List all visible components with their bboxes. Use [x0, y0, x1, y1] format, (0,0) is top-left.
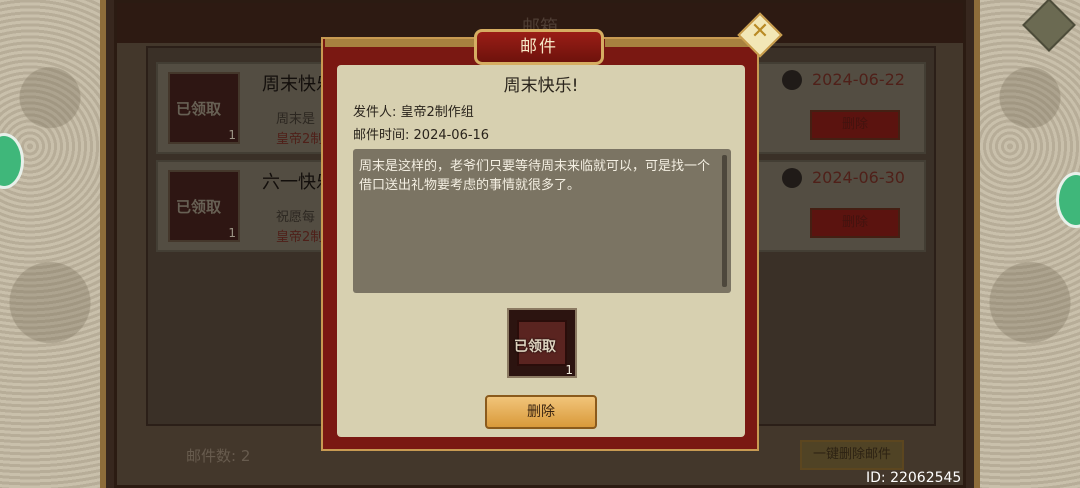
close-button[interactable]: ✕	[736, 11, 784, 59]
sender-label: 发件人:	[353, 105, 397, 120]
time-label: 邮件时间:	[353, 128, 410, 143]
mail-sender-line: 发件人: 皇帝2制作组	[353, 101, 474, 120]
close-x-glyph: ✕	[750, 19, 770, 44]
mail-subject: 周末快乐!	[503, 76, 579, 96]
mail-detail-modal: 邮件 周末快乐! 发件人: 皇帝2制作组 邮件时间: 2024-06-16 周末…	[321, 29, 759, 451]
tab-ornament-left	[325, 39, 475, 47]
claimed-stamp: 已领取	[514, 339, 556, 355]
delete-button[interactable]: 删除	[485, 395, 597, 429]
left-side-tab[interactable]	[0, 133, 24, 189]
tab-ornament-right	[605, 39, 755, 47]
mail-body-box[interactable]: 周末是这样的，老爷们只要等待周末来临就可以，可是找一个借口送出礼物要考虑的事情就…	[353, 149, 731, 293]
right-dragon-border	[974, 0, 1080, 488]
modal-tab-title: 邮件	[474, 29, 604, 65]
mail-time-line: 邮件时间: 2024-06-16	[353, 124, 489, 143]
attachment-item[interactable]: 已领取 1	[507, 308, 577, 378]
attachment-count: 1	[565, 363, 573, 377]
left-dragon-border	[0, 0, 106, 488]
scrollbar[interactable]	[722, 155, 727, 287]
mail-body-text: 周末是这样的，老爷们只要等待周末来临就可以，可是找一个借口送出礼物要考虑的事情就…	[359, 159, 711, 193]
player-id: ID: 22062545	[866, 470, 962, 486]
modal-content: 周末快乐! 发件人: 皇帝2制作组 邮件时间: 2024-06-16 周末是这样…	[337, 65, 745, 437]
time-value: 2024-06-16	[413, 128, 490, 143]
sender-value: 皇帝2制作组	[400, 105, 474, 120]
right-side-tab[interactable]	[1056, 172, 1080, 228]
